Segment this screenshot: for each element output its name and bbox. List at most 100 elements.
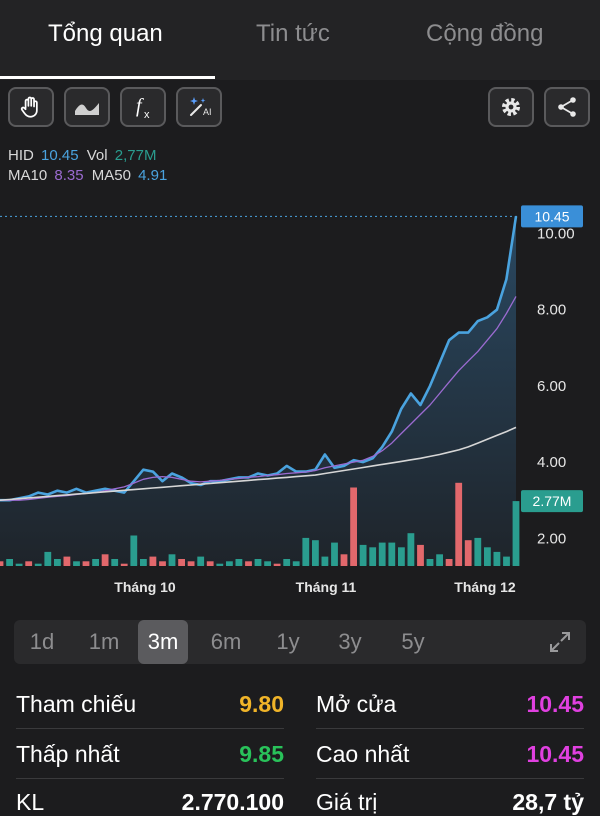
period-3y[interactable]: 3y	[328, 620, 372, 664]
volume-bar	[6, 559, 13, 566]
line-style-button[interactable]	[64, 87, 110, 127]
ma-info-line: MA10 8.35 MA50 4.91	[8, 167, 171, 184]
volume-bar	[512, 501, 520, 566]
volume-bar	[73, 561, 80, 566]
volume-bar	[15, 563, 23, 566]
volume-bar	[417, 544, 424, 566]
settings-button[interactable]	[488, 87, 534, 127]
top-tab-bar: Tổng quan Tin tức Cộng đồng	[0, 0, 600, 80]
volume-bar	[140, 559, 147, 566]
y-tick-label: 4.00	[537, 454, 566, 471]
indicator-function-button[interactable]: fx	[120, 87, 166, 127]
volume-bar	[120, 563, 128, 566]
volume-bar	[264, 561, 271, 566]
x-tick-label: Tháng 11	[296, 579, 357, 595]
volume-bar	[398, 547, 405, 566]
volume-bar	[474, 537, 482, 566]
stat-volume-value: 2.770.100	[181, 789, 284, 815]
volume-bar	[331, 542, 338, 566]
period-6m[interactable]: 6m	[200, 620, 252, 664]
volume-bar	[168, 554, 176, 566]
volume-bar	[445, 559, 453, 566]
stat-value-value: 28,7 tỷ	[512, 789, 584, 815]
divider	[16, 778, 284, 779]
ma50-label: MA50	[91, 167, 131, 184]
volume-badge-text: 2.77M	[533, 493, 572, 509]
volume-bar	[44, 551, 52, 566]
stat-low-label: Thấp nhất	[16, 741, 120, 767]
volume-bar	[101, 554, 109, 566]
volume-bar	[235, 559, 243, 566]
share-button[interactable]	[544, 87, 590, 127]
ma10-label: MA10	[8, 167, 48, 184]
price-chart[interactable]: 10.00 8.00 6.00 4.00 2.00 Tháng 10 Tháng 11 Thá…	[0, 190, 600, 610]
x-tick-label: Tháng 10	[114, 579, 176, 595]
active-tab-indicator	[0, 76, 215, 79]
volume-bar	[54, 559, 61, 566]
stat-volume-label: KL	[16, 789, 45, 815]
period-1m[interactable]: 1m	[78, 620, 130, 664]
volume-bar	[149, 556, 157, 566]
svg-text:x: x	[144, 109, 150, 121]
last-price-badge-text: 10.45	[534, 208, 569, 224]
expand-icon	[550, 632, 570, 652]
ticker-symbol: HID	[8, 147, 34, 164]
volume-bar	[493, 551, 501, 566]
stat-value-label: Giá trị	[316, 789, 378, 815]
divider	[316, 728, 584, 729]
volume-bar	[426, 559, 434, 566]
volume-bar	[159, 561, 166, 566]
stat-open-value: 10.45	[526, 691, 584, 717]
volume-bar	[369, 547, 377, 566]
period-1d[interactable]: 1d	[18, 620, 66, 664]
volume-bar	[484, 547, 491, 566]
volume-bar	[216, 563, 224, 566]
stat-high-value: 10.45	[526, 741, 584, 767]
expand-chart-button[interactable]	[548, 630, 572, 659]
svg-text:AI: AI	[203, 107, 212, 117]
volume-bar	[197, 556, 205, 566]
y-tick-label: 6.00	[537, 378, 566, 395]
period-5y[interactable]: 5y	[390, 620, 436, 664]
divider	[16, 728, 284, 729]
stat-high-label: Cao nhất	[316, 741, 410, 767]
stat-open-label: Mở cửa	[316, 691, 397, 717]
function-icon: fx	[136, 95, 150, 121]
tab-community[interactable]: Cộng đồng	[426, 20, 543, 48]
volume-value: 2,77M	[114, 147, 157, 164]
volume-bar	[378, 542, 386, 566]
volume-bar	[407, 533, 415, 566]
tab-overview[interactable]: Tổng quan	[48, 20, 163, 48]
stat-reference-label: Tham chiếu	[16, 691, 137, 717]
volume-bar	[0, 561, 4, 566]
volume-bar	[436, 554, 443, 566]
volume-bar	[63, 556, 71, 566]
volume-bar	[245, 561, 252, 566]
tab-news[interactable]: Tin tức	[256, 20, 330, 48]
x-tick-label: Tháng 12	[454, 579, 516, 595]
y-tick-label: 2.00	[537, 530, 566, 547]
last-price: 10.45	[41, 147, 79, 164]
ma10-value: 8.35	[54, 167, 84, 184]
line-style-icon	[75, 103, 99, 115]
y-tick-label: 10.00	[537, 226, 575, 243]
volume-bar	[206, 561, 214, 566]
volume-bar	[359, 544, 367, 566]
period-1y[interactable]: 1y	[266, 620, 310, 664]
period-selector: 1d 1m 3m 6m 1y 3y 5y	[14, 620, 586, 664]
volume-bar	[503, 556, 510, 566]
hand-tool-button[interactable]	[8, 87, 54, 127]
volume-bar	[130, 535, 138, 566]
volume-bar	[455, 482, 463, 566]
volume-bar	[321, 556, 329, 566]
volume-bar	[34, 563, 42, 566]
volume-bar	[388, 542, 396, 566]
volume-bar	[82, 561, 90, 566]
ma50-value: 4.91	[138, 167, 168, 184]
volume-bar	[111, 559, 119, 566]
ai-magic-button[interactable]: AI	[176, 87, 222, 127]
period-3m[interactable]: 3m	[138, 620, 188, 664]
volume-bar	[25, 561, 33, 566]
stat-reference-value: 9.80	[239, 691, 284, 717]
magic-wand-icon: AI	[190, 97, 212, 117]
